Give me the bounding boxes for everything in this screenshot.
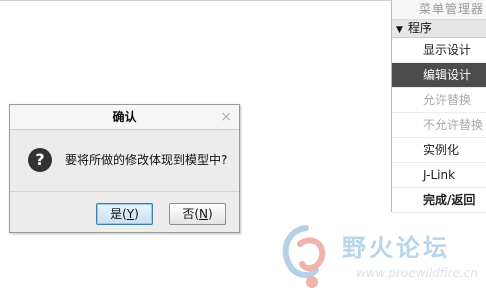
menu-manager-title: 菜单管理器 xyxy=(392,0,486,20)
menu-item-show-design[interactable]: 显示设计 xyxy=(392,38,486,63)
dialog-title: 确认 xyxy=(112,110,137,124)
canvas-top-border xyxy=(0,0,391,1)
menu-item-disallow-replace: 不允许替换 xyxy=(392,113,486,138)
no-button[interactable]: 否(N) xyxy=(169,203,226,225)
menu-item-list: 显示设计 编辑设计 允许替换 不允许替换 实例化 J-Link 完成/返回 xyxy=(392,38,486,213)
menu-item-done-return[interactable]: 完成/返回 xyxy=(392,188,486,213)
watermark-name: 野火论坛 xyxy=(342,234,450,262)
question-icon: ? xyxy=(28,148,52,172)
menu-section-program[interactable]: ▼ 程序 xyxy=(392,20,486,38)
collapse-triangle-icon[interactable]: ▼ xyxy=(396,25,403,35)
yes-button-suffix: ) xyxy=(134,207,139,221)
menu-section-label: 程序 xyxy=(407,21,432,35)
yes-button-label: 是( xyxy=(110,207,127,221)
dialog-body: ? 要将所做的修改体现到模型中? xyxy=(10,130,239,190)
dialog-footer: 是(Y) 否(N) xyxy=(10,191,239,232)
watermark-url: www.proewildfire.cn xyxy=(356,266,478,280)
menu-item-jlink[interactable]: J-Link xyxy=(392,163,486,188)
close-icon[interactable]: × xyxy=(220,108,232,126)
menu-manager-panel: 菜单管理器 ▼ 程序 显示设计 编辑设计 允许替换 不允许替换 实例化 J-Lin… xyxy=(391,0,486,213)
no-button-suffix: ) xyxy=(207,207,213,221)
menu-item-instantiate[interactable]: 实例化 xyxy=(392,138,486,163)
dialog-titlebar[interactable]: 确认 × xyxy=(10,105,239,130)
watermark: 野火论坛 www.proewildfire.cn xyxy=(276,220,486,292)
yes-button[interactable]: 是(Y) xyxy=(96,203,153,225)
menu-item-edit-design[interactable]: 编辑设计 xyxy=(392,63,486,88)
confirm-dialog: 确认 × ? 要将所做的修改体现到模型中? 是(Y) 否(N) xyxy=(9,104,240,233)
dialog-message: 要将所做的修改体现到模型中? xyxy=(65,153,228,167)
no-button-label: 否( xyxy=(182,207,199,221)
no-accelerator-key: N xyxy=(199,207,208,221)
wildfire-logo-icon xyxy=(282,225,326,288)
menu-item-allow-replace: 允许替换 xyxy=(392,88,486,113)
